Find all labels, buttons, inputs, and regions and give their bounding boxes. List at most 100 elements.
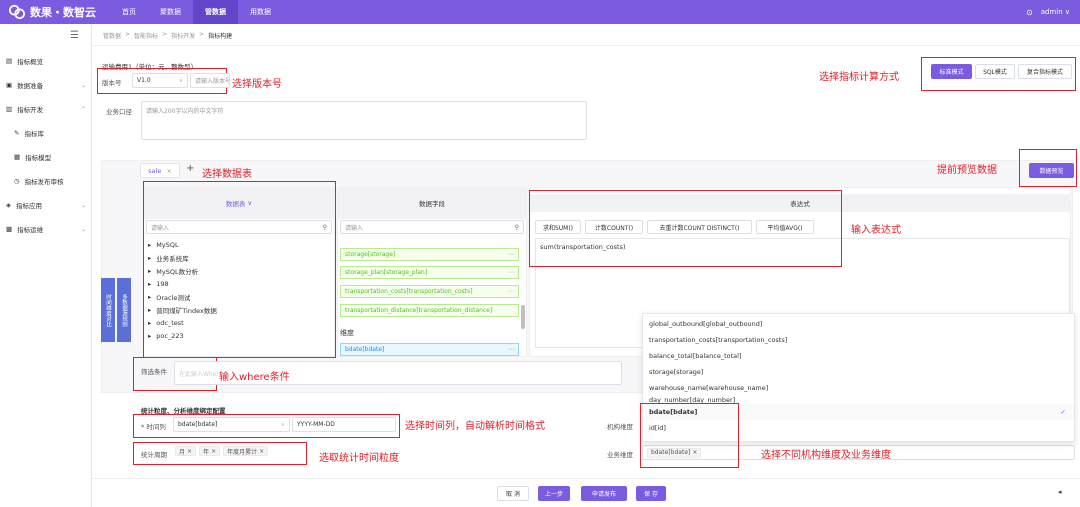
- period-tag[interactable]: 年度月累计 ×: [223, 446, 269, 456]
- annotation-period: 选取统计时间粒度: [319, 453, 399, 464]
- period-tag-label: 年度月累计: [227, 448, 258, 456]
- expr-highlight: [529, 190, 842, 267]
- caliber-placeholder: 请输入200字以内的中文字符: [146, 108, 224, 115]
- period-tag-label: 年: [203, 448, 210, 456]
- more-icon[interactable]: ⋯: [508, 288, 514, 295]
- chevron-down-icon: ⌄: [80, 201, 86, 209]
- annotation-preview: 提前预览数据: [937, 165, 997, 176]
- field-item[interactable]: transportation_distance[transportation_d…: [340, 304, 519, 317]
- app-logo[interactable]: 数果・数智云: [8, 3, 96, 21]
- close-icon[interactable]: ×: [211, 448, 216, 455]
- sidebar-item-library[interactable]: ✎ 指标库: [14, 128, 44, 138]
- breadcrumb-item[interactable]: 智能指标: [134, 31, 158, 40]
- sidebar-item-data-prep[interactable]: ▣ 数据准备 ⌄: [6, 80, 86, 90]
- tab-sale[interactable]: sale ×: [140, 163, 180, 178]
- period-tag[interactable]: 年 ×: [199, 446, 221, 456]
- mode-standard-button[interactable]: 标准模式: [931, 64, 972, 79]
- time-col-value: bdate[bdate]: [178, 421, 218, 428]
- nav-manage-data[interactable]: 管数据: [193, 0, 238, 24]
- chevron-down-icon: ∨: [178, 77, 183, 84]
- more-icon[interactable]: ⋯: [508, 346, 514, 353]
- time-compare-tab[interactable]: 时间维度对比: [101, 278, 115, 342]
- chevron-down-icon: ⌄: [80, 225, 86, 233]
- sidebar-item-label: 指标概览: [17, 58, 44, 66]
- version-input[interactable]: 请输入版本号: [190, 73, 230, 88]
- dropdown-option[interactable]: global_outbound[global_outbound]: [643, 316, 1074, 332]
- time-col-label: * 时间列: [141, 423, 166, 431]
- tab-sale-label: sale: [148, 166, 162, 175]
- annotation-version: 选择版本号: [232, 79, 282, 90]
- close-icon[interactable]: ×: [166, 167, 171, 175]
- search-icon: ⚲: [514, 223, 519, 231]
- prev-step-button[interactable]: 上一步: [538, 486, 570, 501]
- sidebar-item-review[interactable]: ◷ 指标发布审核: [14, 176, 64, 186]
- dropdown-option[interactable]: balance_total[balance_total]: [643, 348, 1074, 364]
- sidebar-item-ops[interactable]: ▩ 指标运维 ⌄: [6, 224, 86, 234]
- dropdown-option[interactable]: transportation_costs[transportation_cost…: [643, 332, 1074, 348]
- more-icon[interactable]: ⋯: [508, 251, 514, 258]
- dropdown-option[interactable]: storage[storage]: [643, 364, 1074, 380]
- close-icon[interactable]: ×: [187, 448, 192, 455]
- annotation-expr: 输入表达式: [851, 225, 901, 236]
- sidebar: [0, 24, 92, 507]
- username: admin: [1040, 8, 1063, 16]
- annotation-dim: 选择不同机构维度及业务维度: [761, 450, 891, 461]
- time-format-input[interactable]: YYYY-MM-DD: [292, 417, 396, 432]
- time-format-value: YYYY-MM-DD: [297, 421, 335, 428]
- caliber-textarea[interactable]: 请输入200字以内的中文字符: [141, 101, 587, 140]
- sidebar-item-dev[interactable]: ▥ 指标开发 ⌃: [6, 104, 86, 114]
- annotation-where: 输入where条件: [219, 368, 290, 383]
- annotation-table: 选择数据表: [202, 169, 252, 180]
- footer-divider: [92, 478, 1080, 479]
- cancel-button[interactable]: 取 消: [497, 486, 529, 501]
- field-item[interactable]: storage_plan[storage_plan] ⋯: [340, 266, 519, 279]
- version-placeholder: 请输入版本号: [195, 78, 230, 85]
- more-icon[interactable]: ⋯: [508, 269, 514, 276]
- help-icon[interactable]: ⊙: [1026, 8, 1033, 17]
- period-label: 统计周期: [141, 451, 167, 459]
- dimension-title: 维度: [340, 329, 354, 337]
- grid-icon: ▦: [14, 153, 21, 161]
- sidebar-item-overview[interactable]: ▤ 指标概览: [6, 56, 86, 66]
- version-value: V1.0: [137, 77, 151, 84]
- close-icon[interactable]: ×: [259, 448, 264, 455]
- field-search-input[interactable]: 请输入 ⚲: [340, 220, 524, 234]
- version-select[interactable]: V1.0 ∨: [132, 73, 188, 88]
- multi-source-tab[interactable]: 多数据源规则: [117, 278, 131, 342]
- filter-label: 筛选条件: [141, 368, 167, 376]
- field-scrollbar[interactable]: [521, 305, 525, 329]
- preview-button[interactable]: 数据预览: [1029, 163, 1074, 178]
- sidebar-item-label: 指标运维: [17, 226, 44, 234]
- apps-icon: ◈: [6, 201, 11, 209]
- breadcrumb-item[interactable]: 指标开发: [171, 31, 195, 40]
- chevron-down-icon: ∨: [280, 421, 285, 428]
- sidebar-item-model[interactable]: ▦ 指标模型: [14, 152, 51, 162]
- menu-collapse-icon[interactable]: ☰: [70, 30, 79, 41]
- caret-left-icon[interactable]: ◂: [1058, 488, 1062, 496]
- mode-composite-button[interactable]: 复合指标模式: [1018, 64, 1072, 79]
- dropdown-option[interactable]: warehouse_name[warehouse_name]: [643, 380, 1074, 396]
- dimension-field[interactable]: bdate[bdate] ⋯: [340, 343, 519, 356]
- field-item[interactable]: storage[storage] ⋯: [340, 248, 519, 261]
- nav-use-data[interactable]: 用数据: [238, 0, 283, 24]
- caliber-label: 业务口径: [106, 108, 132, 116]
- field-item[interactable]: transportation_costs[transportation_cost…: [340, 285, 519, 298]
- sidebar-item-label: 指标应用: [16, 202, 42, 210]
- save-button[interactable]: 保 存: [636, 486, 666, 501]
- sidebar-item-label: 指标发布审核: [24, 178, 64, 186]
- annotation-mode: 选择指标计算方式: [819, 72, 899, 83]
- period-tags[interactable]: 月 × 年 × 年度月累计 ×: [175, 446, 269, 456]
- sidebar-item-apps[interactable]: ◈ 指标应用 ⌄: [6, 200, 86, 210]
- nav-collect-data[interactable]: 聚数据: [148, 0, 193, 24]
- app-title: 数果・数智云: [30, 6, 96, 19]
- field-item-label: storage_plan[storage_plan]: [345, 269, 428, 276]
- period-tag[interactable]: 月 ×: [175, 446, 197, 456]
- nav-home[interactable]: 首页: [110, 0, 148, 24]
- time-col-select[interactable]: bdate[bdate] ∨: [173, 417, 290, 432]
- field-panel-header: 数据字段: [337, 187, 527, 219]
- user-menu[interactable]: admin ∨: [1041, 8, 1070, 16]
- add-tab-button[interactable]: +: [186, 163, 194, 174]
- apply-publish-button[interactable]: 申请发布: [581, 486, 627, 501]
- breadcrumb-item[interactable]: 管数据: [103, 31, 121, 40]
- mode-sql-button[interactable]: SQL模式: [975, 64, 1015, 79]
